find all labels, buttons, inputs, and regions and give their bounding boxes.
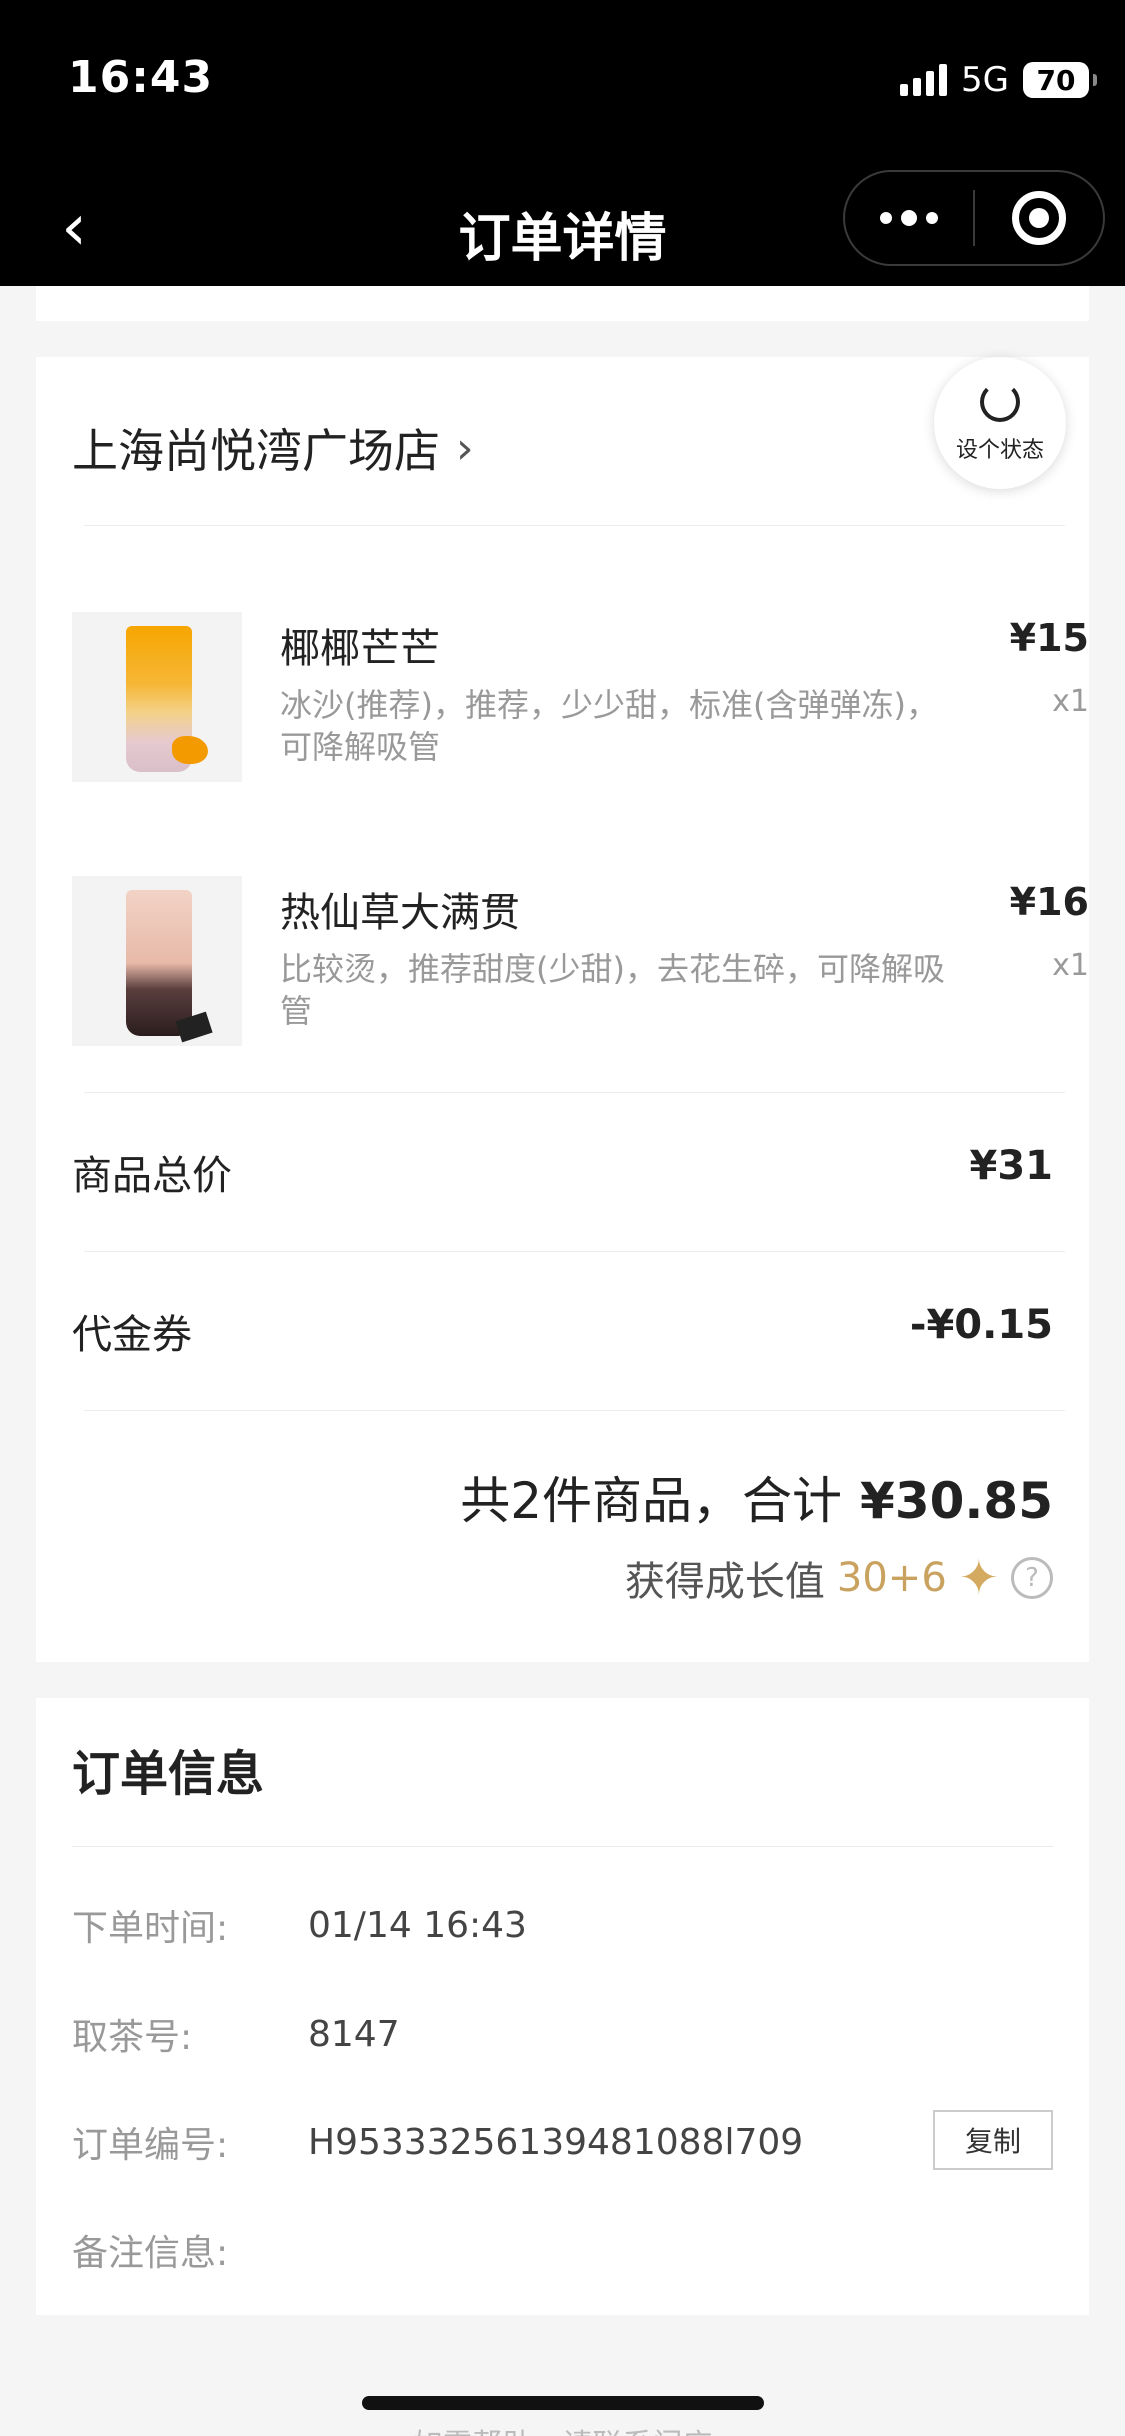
more-dots-icon[interactable] [845, 172, 973, 264]
top-card-partial [36, 286, 1089, 321]
target-circle-icon[interactable] [975, 172, 1103, 264]
pickup-row: 取茶号: 8147 [72, 2004, 1053, 2064]
mini-program-capsule [843, 170, 1105, 266]
network-label: 5G [961, 60, 1009, 100]
item-price: ¥15 [1009, 616, 1089, 660]
copy-button[interactable]: 复制 [933, 2110, 1053, 2170]
subtotal-label: 商品总价 [72, 1153, 232, 1199]
order-info-title: 订单信息 [72, 1746, 265, 1802]
set-status-label: 设个状态 [955, 438, 1044, 463]
set-status-button[interactable]: 设个状态 [934, 357, 1066, 489]
order-time-value: 01/14 16:43 [308, 1904, 527, 1946]
loading-circle-icon [980, 382, 1020, 422]
coupon-label: 代金券 [72, 1312, 192, 1358]
remark-row: 备注信息: [72, 2220, 1053, 2280]
chevron-right-icon: › [456, 422, 474, 474]
product-image-mango [72, 612, 242, 782]
growth-value: 30+6 [836, 1555, 947, 1601]
status-time: 16:43 [68, 52, 214, 103]
store-name: 上海尚悦湾广场店 [72, 424, 440, 478]
signal-icon [900, 64, 948, 96]
store-link[interactable]: 上海尚悦湾广场店 › [72, 415, 474, 481]
sparkle-icon: ✦ [958, 1550, 999, 1606]
growth-label: 获得成长值 [624, 1559, 825, 1605]
total-amount: ¥30.85 [860, 1472, 1053, 1530]
item-price: ¥16 [1009, 880, 1089, 924]
divider [72, 1846, 1053, 1847]
total-prefix: 共2件商品，合计 [460, 1472, 843, 1530]
status-indicators: 5G 70 [900, 58, 1097, 102]
divider [84, 1092, 1065, 1093]
growth-points: 获得成长值 30+6 ✦ ? [625, 1549, 1053, 1607]
nav-bar: ‹ 订单详情 [0, 170, 1125, 286]
item-qty: x1 [1052, 948, 1089, 983]
battery-icon: 70 [1023, 62, 1097, 98]
order-time-row: 下单时间: 01/14 16:43 [72, 1895, 1053, 1955]
pickup-value: 8147 [308, 2013, 400, 2055]
item-qty: x1 [1052, 684, 1089, 719]
item-spec: 比较烫，推荐甜度(少甜)，去花生碎，可降解吸 管 [280, 950, 945, 1030]
remark-label: 备注信息: [72, 2233, 229, 2274]
coupon-value: -¥0.15 [909, 1302, 1053, 1348]
item-name: 热仙草大满贯 [280, 890, 520, 936]
order-time-label: 下单时间: [72, 1908, 229, 1949]
home-indicator [362, 2396, 764, 2410]
order-total: 共2件商品，合计 ¥30.85 [460, 1461, 1053, 1533]
status-bar: 16:43 5G 70 [0, 0, 1125, 170]
order-info-card: 订单信息 下单时间: 01/14 16:43 取茶号: 8147 订单编号: H… [36, 1698, 1089, 2315]
order-item: 椰椰芒芒 冰沙(推荐)，推荐，少少甜，标准(含弹弹冻)， 可降解吸管 ¥15 x… [72, 612, 1089, 782]
divider [84, 1410, 1065, 1411]
order-item: 热仙草大满贯 比较烫，推荐甜度(少甜)，去花生碎，可降解吸 管 ¥16 x1 [72, 876, 1089, 1046]
order-number-value: H95333256139481088l709 [308, 2121, 804, 2163]
divider [84, 525, 1065, 526]
pickup-label: 取茶号: [72, 2017, 193, 2058]
order-number-row: 订单编号: H95333256139481088l709 复制 [72, 2110, 1053, 2172]
subtotal-value: ¥31 [969, 1143, 1054, 1189]
footer-partial-text: 如需帮助，请联系门店 [0, 2420, 1125, 2436]
product-image-grass-jelly [72, 876, 242, 1046]
divider [84, 1251, 1065, 1252]
order-card: 上海尚悦湾广场店 › 设个状态 椰椰芒芒 冰沙(推荐)，推荐，少少甜，标准(含弹… [36, 357, 1089, 1662]
item-spec: 冰沙(推荐)，推荐，少少甜，标准(含弹弹冻)， 可降解吸管 [280, 686, 938, 766]
help-icon[interactable]: ? [1011, 1557, 1053, 1599]
item-name: 椰椰芒芒 [280, 626, 440, 672]
order-number-label: 订单编号: [72, 2125, 229, 2166]
